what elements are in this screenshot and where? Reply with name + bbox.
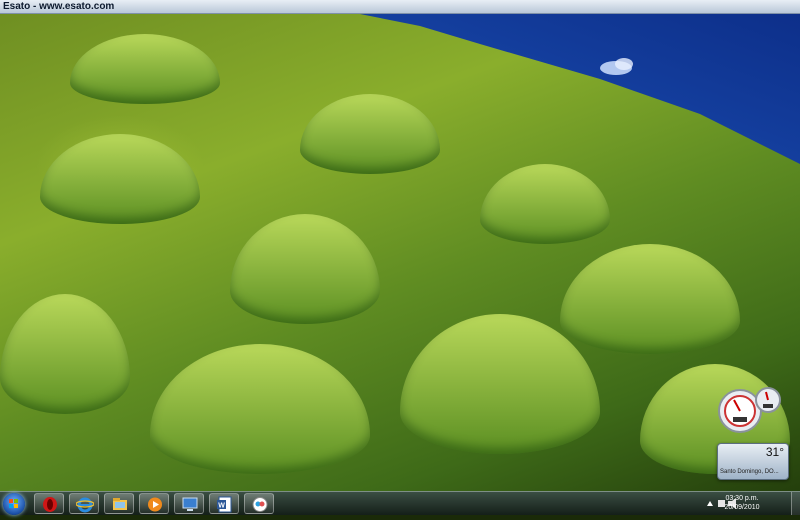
taskbar-remote-desktop-button[interactable] bbox=[174, 493, 204, 514]
wallpaper-leaf bbox=[480, 164, 610, 244]
opera-icon bbox=[43, 497, 57, 512]
internet-explorer-icon bbox=[76, 497, 94, 513]
wallpaper-leaf bbox=[150, 344, 370, 474]
window-title: Esato - www.esato.com bbox=[3, 1, 115, 12]
taskbar-clock[interactable]: 03:30 p.m. 20/09/2010 bbox=[722, 494, 762, 512]
wallpaper-leaf bbox=[70, 34, 220, 104]
taskbar-explorer-button[interactable] bbox=[104, 493, 134, 514]
window-title-bar: Esato - www.esato.com bbox=[0, 0, 800, 14]
windows-orb-icon bbox=[9, 499, 18, 508]
taskbar-opera-button[interactable] bbox=[34, 493, 64, 514]
taskbar: W 03:30 p.m. 20/09/2010 bbox=[0, 491, 800, 515]
show-hidden-icons-icon bbox=[707, 501, 713, 506]
taskbar-word-button[interactable]: W bbox=[209, 493, 239, 514]
windows-explorer-icon bbox=[113, 498, 127, 510]
wallpaper-leaf bbox=[0, 294, 130, 414]
taskbar-media-player-button[interactable] bbox=[139, 493, 169, 514]
word-icon: W bbox=[217, 496, 232, 513]
svg-text:W: W bbox=[218, 503, 225, 510]
weather-gadget[interactable]: 31° Santo Domingo, DO... bbox=[717, 443, 789, 480]
wallpaper-leaf bbox=[300, 94, 440, 174]
clock-date: 20/09/2010 bbox=[724, 504, 760, 511]
messenger-icon bbox=[252, 497, 268, 512]
taskbar-messenger-button[interactable] bbox=[244, 493, 274, 514]
weather-location: Santo Domingo, DO... bbox=[720, 469, 779, 475]
wallpaper-cloud bbox=[600, 58, 633, 75]
wallpaper-leaf bbox=[40, 134, 200, 224]
show-desktop-button[interactable] bbox=[791, 492, 800, 515]
remote-desktop-icon bbox=[182, 497, 198, 511]
media-player-icon bbox=[148, 497, 162, 512]
wallpaper-leaf bbox=[230, 214, 380, 324]
start-button[interactable] bbox=[3, 493, 25, 515]
cpu-meter-gadget[interactable] bbox=[716, 387, 786, 435]
taskbar-ie-button[interactable] bbox=[69, 493, 99, 514]
clock-time: 03:30 p.m. bbox=[725, 495, 759, 502]
weather-temperature: 31° bbox=[765, 445, 784, 459]
desktop-wallpaper[interactable]: 31° Santo Domingo, DO... bbox=[0, 14, 800, 491]
wallpaper-leaf bbox=[560, 244, 740, 354]
